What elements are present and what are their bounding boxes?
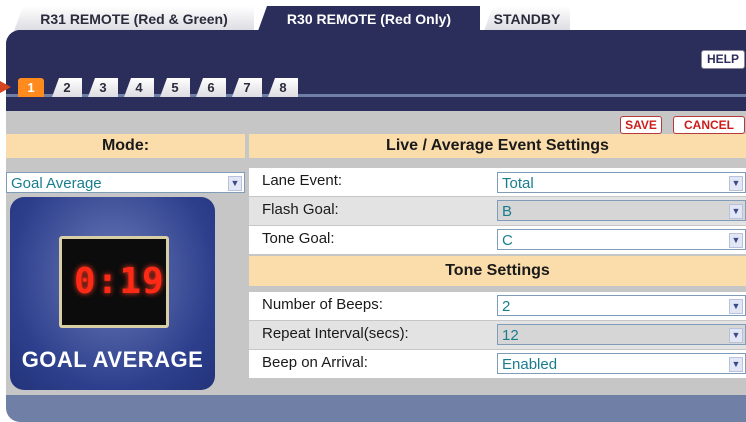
mode-illustration: 0:19 GOAL AVERAGE (10, 197, 215, 390)
flash-goal-value: B (502, 203, 513, 220)
number-of-beeps-label: Number of Beeps: (262, 296, 383, 313)
save-button[interactable]: SAVE (620, 116, 662, 134)
number-of-beeps-select[interactable]: 2 ▼ (497, 295, 746, 316)
mode-select[interactable]: Goal Average ▼ (6, 172, 245, 193)
chevron-down-icon: ▼ (729, 204, 743, 219)
number-tab-1[interactable]: 1 (18, 78, 44, 97)
chevron-down-icon: ▼ (228, 176, 242, 191)
tab-standby[interactable]: STANDBY (484, 6, 570, 31)
mode-caption: GOAL AVERAGE (21, 347, 204, 372)
chevron-down-icon: ▼ (729, 176, 743, 191)
mode-select-value: Goal Average (11, 175, 102, 192)
chevron-down-icon: ▼ (729, 299, 743, 314)
chevron-down-icon: ▼ (729, 233, 743, 248)
tone-goal-value: C (502, 232, 513, 249)
flash-goal-label: Flash Goal: (262, 201, 339, 218)
lane-event-select[interactable]: Total ▼ (497, 172, 746, 193)
number-of-beeps-value: 2 (502, 298, 511, 315)
tab-r30-remote[interactable]: R30 REMOTE (Red Only) (258, 6, 480, 31)
chevron-down-icon: ▼ (729, 328, 743, 343)
repeat-interval-value: 12 (502, 327, 519, 344)
chevron-down-icon: ▼ (729, 357, 743, 372)
tab-r31-remote[interactable]: R31 REMOTE (Red & Green) (14, 6, 254, 31)
beep-on-arrival-value: Enabled (502, 356, 558, 373)
tab-underline-bar (6, 97, 746, 111)
mode-header: Mode: (6, 134, 245, 158)
timer-digits: 0:19 (74, 261, 165, 302)
tone-goal-label: Tone Goal: (262, 230, 335, 247)
live-settings-header: Live / Average Event Settings (249, 134, 746, 158)
repeat-interval-select[interactable]: 12 ▼ (497, 324, 746, 345)
timer-display: 0:19 (59, 236, 169, 328)
cancel-button[interactable]: CANCEL (673, 116, 745, 134)
beep-on-arrival-label: Beep on Arrival: (262, 354, 368, 371)
tone-goal-select[interactable]: C ▼ (497, 229, 746, 250)
tone-settings-header: Tone Settings (249, 256, 746, 286)
repeat-interval-label: Repeat Interval(secs): (262, 325, 409, 342)
active-tab-arrow-icon (0, 81, 11, 93)
lane-event-label: Lane Event: (262, 172, 343, 189)
beep-on-arrival-select[interactable]: Enabled ▼ (497, 353, 746, 374)
flash-goal-select[interactable]: B ▼ (497, 200, 746, 221)
lane-event-value: Total (502, 175, 534, 192)
help-button[interactable]: HELP (701, 50, 745, 69)
